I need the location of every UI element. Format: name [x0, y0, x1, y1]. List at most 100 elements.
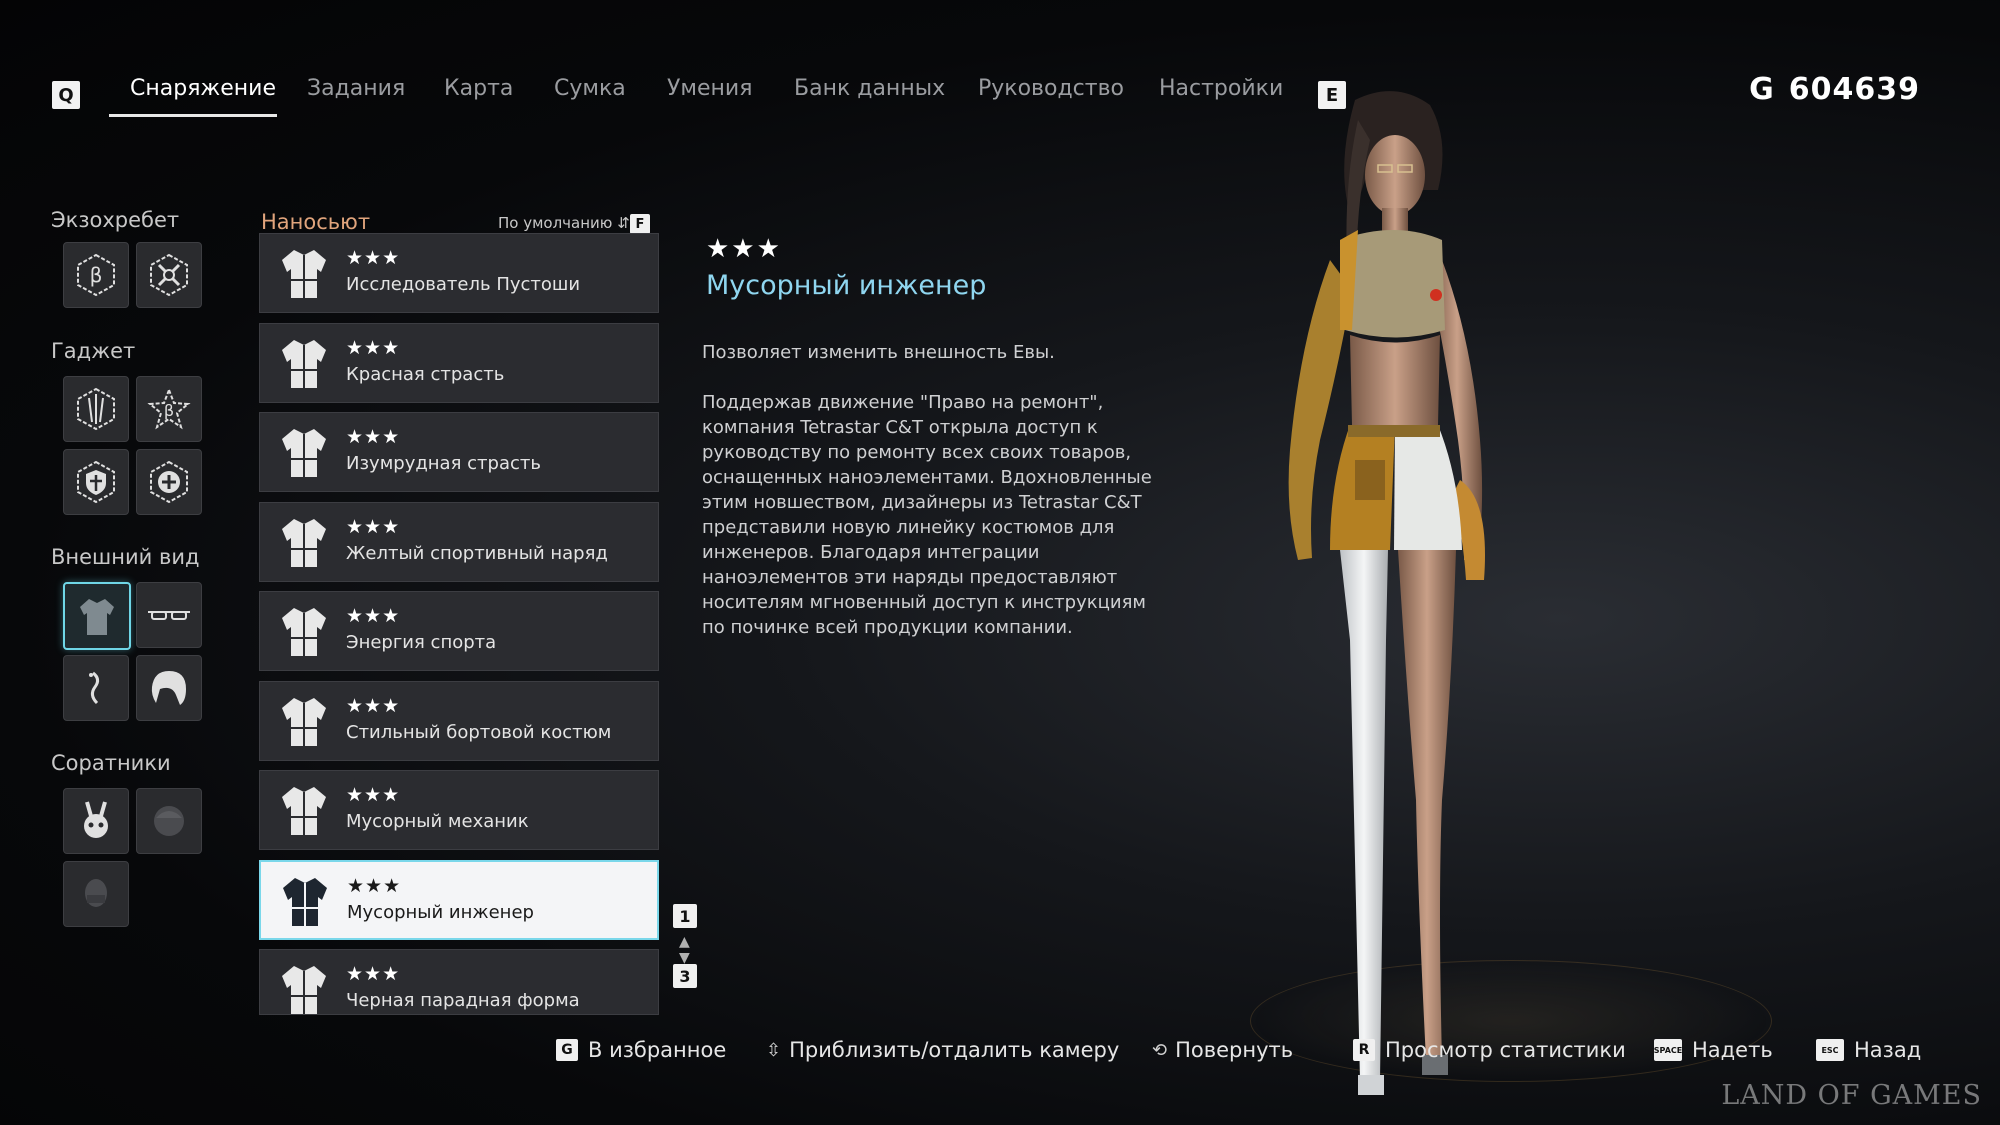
gadget-slot-3[interactable] [63, 449, 129, 515]
hint-stats[interactable]: R Просмотр статистики [1353, 1038, 1626, 1062]
suit-name: Желтый спортивный наряд [346, 543, 608, 564]
mouse-scroll-icon: ⇳ [766, 1039, 782, 1061]
hint-back[interactable]: ESC Назад [1816, 1038, 1921, 1062]
sort-key[interactable]: F [630, 214, 650, 234]
exospine-beta-icon: β [77, 253, 115, 297]
suit-name: Мусорный инженер [347, 902, 534, 923]
tab-equipment[interactable]: Снаряжение [130, 76, 276, 101]
detail-stars: ★★★ [706, 234, 782, 264]
detail-title: Мусорный инженер [706, 270, 987, 301]
page-arrows-icon: ▲ ▼ [679, 934, 690, 966]
nanosuit-icon [282, 250, 326, 298]
gadget-spike-icon [77, 387, 115, 431]
suit-stars: ★★★ [346, 605, 401, 627]
tab-database[interactable]: Банк данных [794, 76, 945, 101]
currency-display: G 604639 [1749, 72, 1920, 107]
page-key-next[interactable]: 3 [673, 964, 697, 988]
tab-skills[interactable]: Умения [667, 76, 752, 101]
suit-stars: ★★★ [346, 247, 401, 269]
suit-list-item[interactable]: ★★★ Мусорный инженер [259, 860, 659, 940]
suit-list-item[interactable]: ★★★ Желтый спортивный наряд [259, 502, 659, 582]
gadget-slot-1[interactable] [63, 376, 129, 442]
active-tab-underline [109, 114, 277, 117]
nanosuit-icon [282, 608, 326, 656]
exospine-slot-1[interactable]: β [63, 242, 129, 308]
stats-key: R [1353, 1039, 1375, 1061]
detail-paragraph-1: Позволяет изменить внешность Евы. [702, 342, 1055, 363]
hint-rotate-label: Повернуть [1175, 1038, 1294, 1062]
hint-equip[interactable]: SPACE Надеть [1654, 1038, 1773, 1062]
appearance-slot-earrings[interactable] [63, 655, 129, 721]
nanosuit-icon [282, 966, 326, 1014]
suit-icon [80, 599, 114, 635]
detail-description: Позволяет изменить внешность Евы. Поддер… [702, 340, 1152, 665]
watermark: LAND OF GAMES [1721, 1080, 1982, 1111]
companion-slot-1[interactable] [63, 788, 129, 854]
exospine-slot-2[interactable] [136, 242, 202, 308]
character-model[interactable] [1180, 80, 1600, 1120]
appearance-slot-hair[interactable] [136, 655, 202, 721]
sort-label: По умолчанию [498, 214, 613, 232]
suit-name: Исследователь Пустоши [346, 274, 581, 295]
glasses-icon [148, 611, 190, 620]
suit-stars: ★★★ [346, 963, 401, 985]
svg-text:β: β [90, 263, 103, 287]
svg-text:β: β [164, 401, 174, 420]
section-label-exospine: Экзохребет [51, 208, 180, 232]
suit-stars: ★★★ [346, 695, 401, 717]
suit-list-item[interactable]: ★★★ Изумрудная страсть [259, 412, 659, 492]
gadget-slot-2[interactable]: β [136, 376, 202, 442]
hint-back-label: Назад [1854, 1038, 1922, 1062]
hint-stats-label: Просмотр статистики [1385, 1038, 1626, 1062]
nanosuit-icon [282, 519, 326, 567]
nanosuit-icon [282, 429, 326, 477]
suit-list-item[interactable]: ★★★ Мусорный механик [259, 770, 659, 850]
hint-favorite[interactable]: G В избранное [556, 1038, 726, 1062]
esc-key: ESC [1816, 1039, 1844, 1061]
currency-amount: 604639 [1788, 72, 1920, 107]
appearance-slot-suit[interactable] [63, 582, 131, 650]
suit-stars: ★★★ [346, 516, 401, 538]
currency-symbol: G [1749, 72, 1775, 107]
list-header: Наносьют [261, 210, 371, 234]
space-key: SPACE [1654, 1039, 1682, 1061]
gadget-heal-icon [150, 460, 188, 504]
sort-arrows-icon: ⇵ [617, 214, 630, 232]
tab-bag[interactable]: Сумка [554, 76, 626, 101]
suit-name: Мусорный механик [346, 811, 529, 832]
tab-quests[interactable]: Задания [307, 76, 405, 101]
gadget-slot-4[interactable] [136, 449, 202, 515]
hint-zoom[interactable]: ⇳ Приблизить/отдалить камеру [766, 1038, 1119, 1062]
suit-stars: ★★★ [346, 426, 401, 448]
hint-rotate[interactable]: ⟲ Повернуть [1152, 1038, 1293, 1062]
suit-list-item[interactable]: ★★★ Стильный бортовой костюм [259, 681, 659, 761]
favorite-key: G [556, 1039, 578, 1061]
suit-name: Стильный бортовой костюм [346, 722, 612, 743]
suit-stars: ★★★ [346, 337, 401, 359]
nanosuit-icon [282, 698, 326, 746]
companion-masked-icon [85, 879, 107, 907]
suit-stars: ★★★ [346, 784, 401, 806]
detail-paragraph-2: Поддержав движение "Право на ремонт", ко… [702, 392, 1152, 638]
companion-slot-2[interactable] [136, 788, 202, 854]
suit-name: Изумрудная страсть [346, 453, 541, 474]
suit-name: Красная страсть [346, 364, 505, 385]
hair-icon [151, 671, 186, 705]
suit-stars: ★★★ [347, 875, 402, 897]
prev-tab-key[interactable]: Q [52, 81, 80, 109]
suit-list-item[interactable]: ★★★ Красная страсть [259, 323, 659, 403]
tab-guide[interactable]: Руководство [978, 76, 1124, 101]
suit-list-item[interactable]: ★★★ Исследователь Пустоши [259, 233, 659, 313]
nanosuit-icon [282, 787, 326, 835]
appearance-slot-glasses[interactable] [136, 582, 202, 648]
exospine-cross-icon [150, 253, 188, 297]
nanosuit-icon [282, 340, 326, 388]
page-key-prev[interactable]: 1 [673, 904, 697, 928]
companion-slot-3[interactable] [63, 861, 129, 927]
sort-dropdown[interactable]: По умолчанию ⇵ [498, 214, 630, 232]
companion-head-icon [154, 806, 184, 836]
section-label-gadget: Гаджет [51, 339, 136, 363]
tab-map[interactable]: Карта [444, 76, 513, 101]
suit-list-item[interactable]: ★★★ Энергия спорта [259, 591, 659, 671]
suit-list-item[interactable]: ★★★ Черная парадная форма [259, 949, 659, 1015]
